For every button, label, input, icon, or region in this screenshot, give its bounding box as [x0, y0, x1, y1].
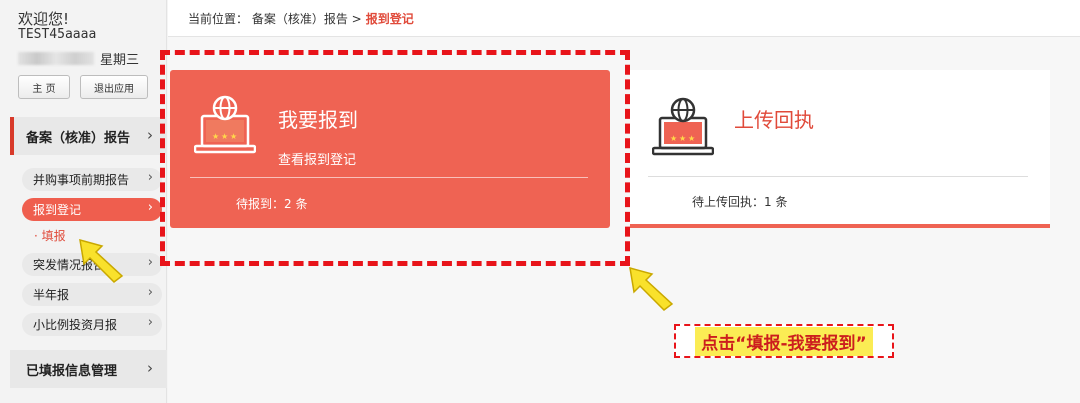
divider — [648, 176, 1028, 177]
menu-item-label: 报到登记 — [33, 203, 82, 217]
welcome-text: 欢迎您! — [18, 10, 70, 28]
main-content: 当前位置： 备案（核准）报告 > 报到登记 ★ ★ ★ 我要报到 查看报到登记 … — [168, 0, 1080, 403]
sidebar: 欢迎您! TEST45aaaa 星期三 主 页 退出应用 备案（核准）报告 › … — [0, 0, 167, 403]
menu-item-label: 半年报 — [33, 288, 70, 302]
menu-item-label: 并购事项前期报告 — [33, 173, 130, 187]
check-in-card[interactable]: ★ ★ ★ 我要报到 查看报到登记 待报到：2 条 — [170, 70, 610, 228]
username: TEST45aaaa — [18, 27, 97, 42]
instruction-callout: 点击“填报-我要报到” — [674, 324, 894, 358]
svg-text:★: ★ — [688, 134, 695, 143]
menu-item-half-year-report[interactable]: 半年报 › — [22, 283, 162, 306]
pointer-arrow-icon — [629, 266, 674, 311]
chevron-right-icon: › — [147, 359, 153, 377]
date-row: 星期三 — [18, 49, 139, 68]
chevron-right-icon: › — [147, 170, 153, 185]
home-button[interactable]: 主 页 — [18, 75, 70, 99]
chevron-right-icon: › — [147, 315, 153, 330]
exit-app-button[interactable]: 退出应用 — [80, 75, 148, 99]
pointer-arrow-icon — [79, 238, 124, 283]
svg-text:★: ★ — [679, 134, 686, 143]
svg-text:★: ★ — [221, 132, 228, 141]
section-filing-label: 备案（核准）报告 — [26, 130, 131, 146]
svg-text:★: ★ — [670, 134, 677, 143]
card-title: 我要报到 — [278, 108, 358, 132]
laptop-globe-icon: ★ ★ ★ — [194, 95, 256, 154]
chevron-right-icon: › — [147, 285, 153, 300]
chevron-right-icon: › — [147, 126, 153, 144]
pending-count: 待上传回执：1 条 — [692, 195, 788, 209]
section-filled-info[interactable]: 已填报信息管理 › — [10, 350, 167, 388]
pending-count: 待报到：2 条 — [236, 197, 308, 211]
view-check-in-link[interactable]: 查看报到登记 — [278, 149, 356, 168]
menu-item-label: 小比例投资月报 — [33, 318, 118, 332]
breadcrumb-current[interactable]: 报到登记 — [366, 10, 414, 27]
menu-item-merger-report[interactable]: 并购事项前期报告 › — [22, 168, 162, 191]
sub-item-fill-in[interactable]: · 填报 — [34, 227, 66, 244]
blurred-date — [18, 52, 94, 65]
weekday: 星期三 — [100, 53, 140, 68]
svg-text:★: ★ — [212, 132, 219, 141]
menu-item-monthly-report[interactable]: 小比例投资月报 › — [22, 313, 162, 336]
upload-receipt-card[interactable]: ★ ★ ★ 上传回执 待上传回执：1 条 — [630, 70, 1050, 228]
chevron-right-icon: › — [147, 255, 153, 270]
chevron-right-icon: › — [147, 200, 153, 215]
callout-text: 点击“填报-我要报到” — [695, 326, 873, 356]
breadcrumb: 当前位置： 备案（核准）报告 > 报到登记 — [168, 0, 1080, 37]
card-title: 上传回执 — [734, 108, 814, 132]
svg-text:★: ★ — [230, 132, 237, 141]
breadcrumb-prefix: 当前位置： 备案（核准）报告 > — [188, 11, 362, 26]
section-filled-label: 已填报信息管理 — [26, 363, 118, 379]
laptop-globe-icon: ★ ★ ★ — [652, 97, 714, 156]
section-filing-report[interactable]: 备案（核准）报告 › — [10, 117, 167, 155]
divider — [190, 177, 588, 178]
menu-item-check-in[interactable]: 报到登记 › — [22, 198, 162, 221]
